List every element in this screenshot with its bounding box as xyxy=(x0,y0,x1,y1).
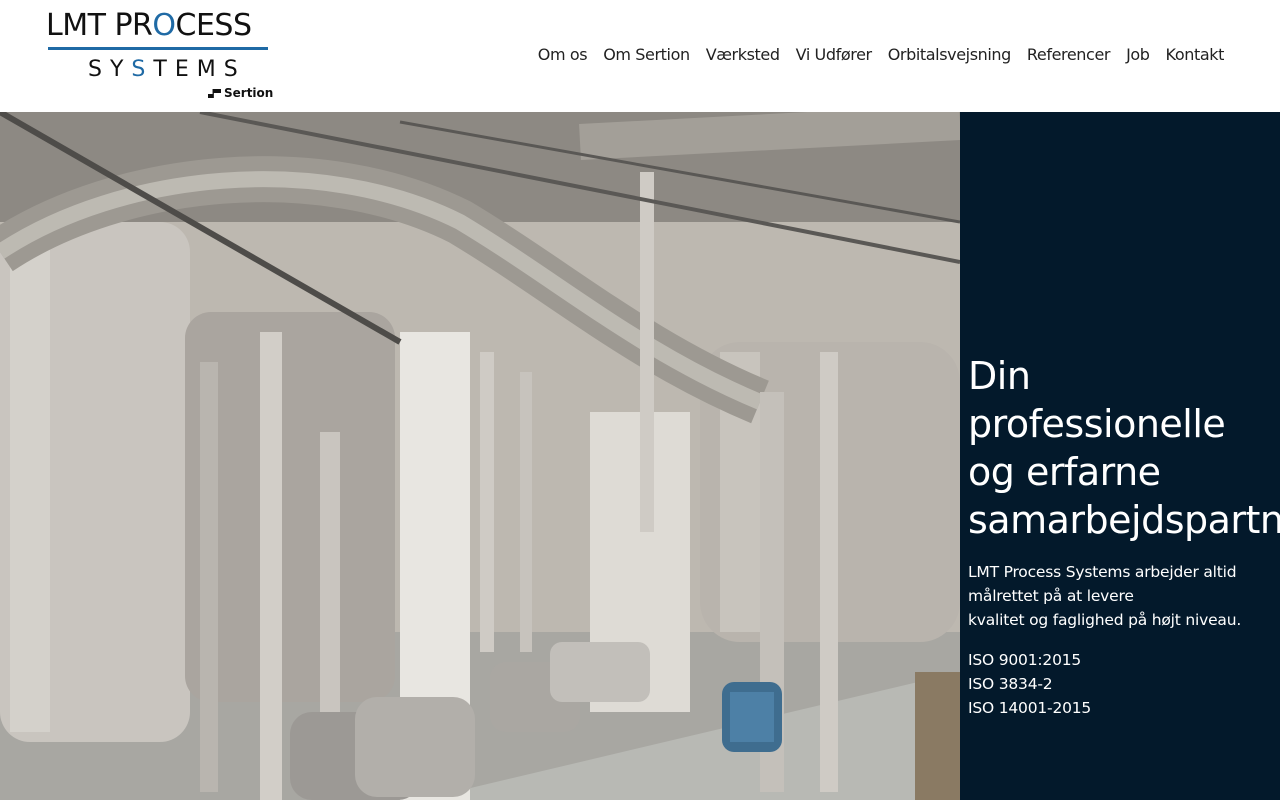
company-logo[interactable]: LMT PROCESS SYSTEMS Sertion xyxy=(46,8,273,102)
certification-list: ISO 9001:2015 ISO 3834-2 ISO 14001-2015 xyxy=(968,648,1091,720)
logo-wordmark-top: LMT PROCESS xyxy=(46,8,252,43)
site-header: LMT PROCESS SYSTEMS Sertion Om os Om Ser… xyxy=(0,0,1280,112)
hero-description-line: LMT Process Systems arbejder altid xyxy=(968,563,1237,581)
hero-image xyxy=(0,112,960,800)
hero-title: Din professionelle og erfarne samarbejds… xyxy=(968,352,1280,544)
process-plant-illustration xyxy=(0,112,960,800)
nav-link-kontakt[interactable]: Kontakt xyxy=(1166,44,1225,66)
hero-title-line: og erfarne xyxy=(968,450,1161,494)
logo-wordmark-bottom: SYSTEMS xyxy=(88,57,246,82)
hero-title-line: Din xyxy=(968,354,1031,398)
sertion-mark-icon xyxy=(208,89,221,98)
nav-link-vaerksted[interactable]: Værksted xyxy=(706,44,780,66)
hero-title-line: samarbejdspartner xyxy=(968,498,1280,542)
nav-link-referencer[interactable]: Referencer xyxy=(1027,44,1111,66)
nav-link-orbitalsvejsning[interactable]: Orbitalsvejsning xyxy=(888,44,1012,66)
nav-link-om-os[interactable]: Om os xyxy=(538,44,588,66)
logo-divider xyxy=(48,47,268,50)
certification-iso-3834: ISO 3834-2 xyxy=(968,675,1053,693)
nav-link-job[interactable]: Job xyxy=(1126,44,1150,66)
hero-description-line: målrettet på at levere xyxy=(968,587,1134,605)
main-navigation: Om os Om Sertion Værksted Vi Udfører Orb… xyxy=(538,44,1225,66)
certification-iso-9001: ISO 9001:2015 xyxy=(968,651,1082,669)
logo-sertion-tag: Sertion xyxy=(208,86,273,100)
hero-title-line: professionelle xyxy=(968,402,1226,446)
certification-iso-14001: ISO 14001-2015 xyxy=(968,699,1092,717)
hero-description: LMT Process Systems arbejder altid målre… xyxy=(968,560,1268,632)
nav-link-om-sertion[interactable]: Om Sertion xyxy=(603,44,690,66)
hero-text-panel: Din professionelle og erfarne samarbejds… xyxy=(960,112,1280,800)
nav-link-vi-udforer[interactable]: Vi Udfører xyxy=(796,44,872,66)
hero-description-line: kvalitet og faglighed på højt niveau. xyxy=(968,611,1242,629)
